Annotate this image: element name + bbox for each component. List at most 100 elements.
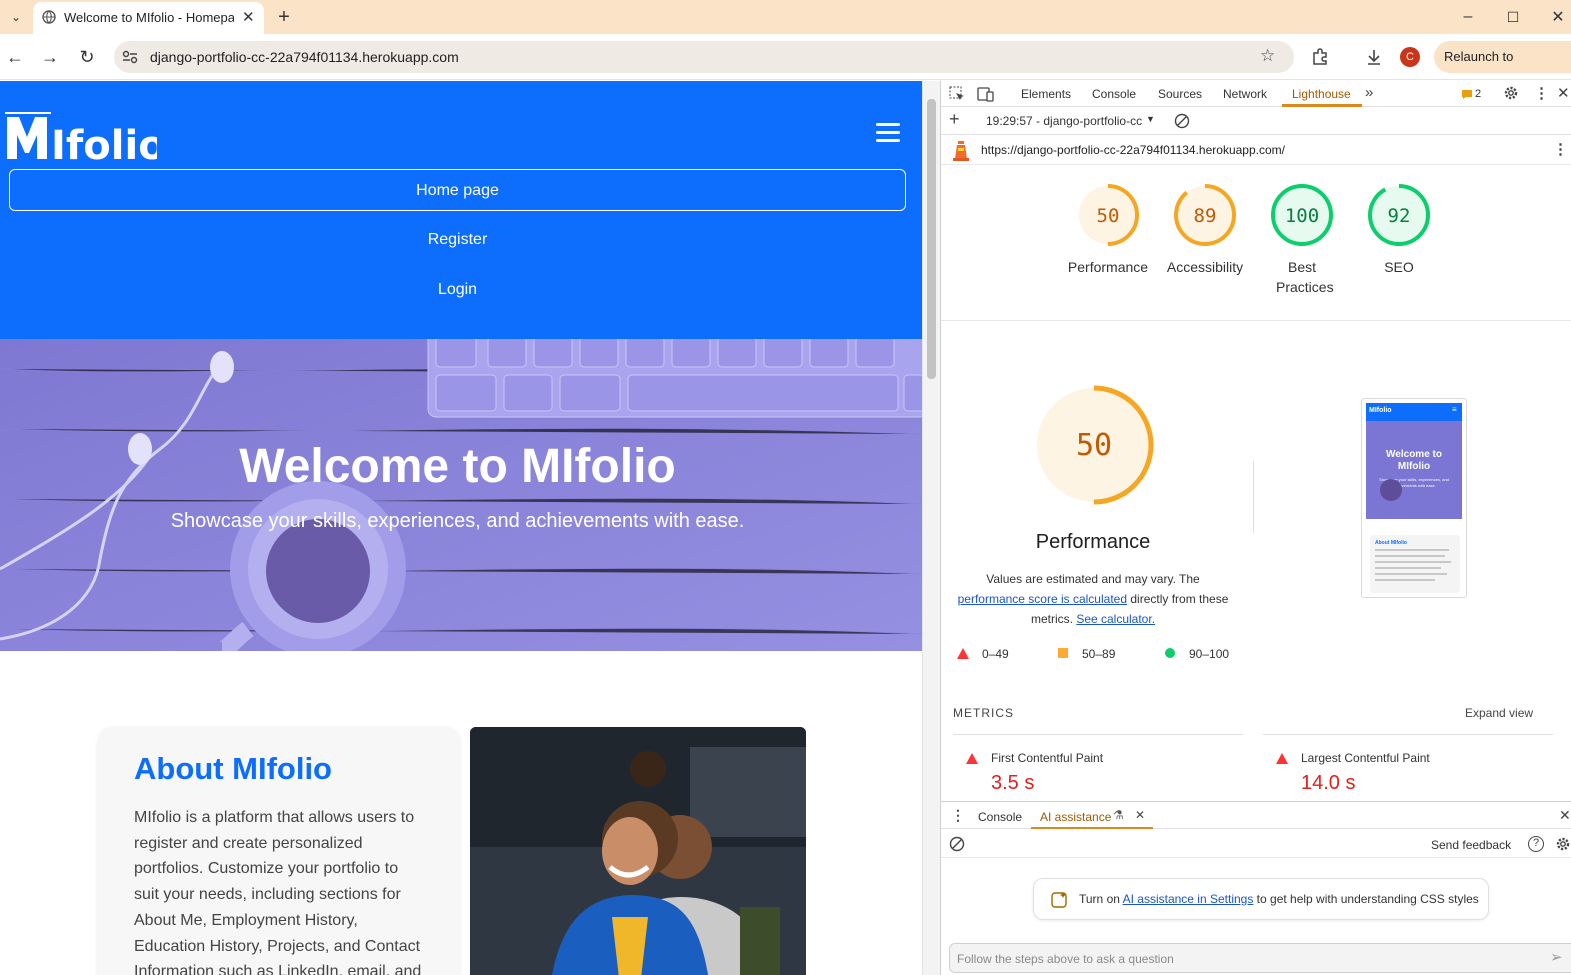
send-icon[interactable]: ➢ [1550, 948, 1563, 966]
performance-description: Values are estimated and may vary. The p… [953, 569, 1233, 629]
devtools-tab-bar: Elements Console Sources Network Lightho… [941, 81, 1571, 107]
final-screenshot-thumbnail[interactable]: MIfolio ≡ Welcome to MIfolio Showcase yo… [1361, 398, 1467, 598]
fail-triangle-icon [957, 648, 969, 659]
pass-circle-icon [1165, 648, 1175, 658]
reload-icon[interactable]: ↻ [73, 43, 101, 71]
devtools-menu-icon[interactable]: ⋮ [1534, 84, 1549, 102]
drawer-tab-console[interactable]: Console [978, 810, 1022, 824]
issues-count: 2 [1475, 88, 1482, 100]
drawer-menu-icon[interactable]: ⋮ [951, 807, 965, 824]
nav-register[interactable]: Register [9, 219, 906, 261]
desc-line: Values are estimated and may vary. The [986, 572, 1200, 586]
bookmark-star-icon[interactable]: ☆ [1260, 46, 1275, 66]
legend-pass: 90–100 [1189, 647, 1230, 661]
fail-triangle-icon [966, 753, 978, 764]
site-settings-icon[interactable] [122, 50, 138, 64]
lighthouse-logo-icon [953, 141, 969, 161]
tab-lighthouse[interactable]: Lighthouse [1292, 87, 1351, 101]
gauge-value: 89 [1194, 205, 1217, 227]
drawer-tab-ai-assistance[interactable]: AI assistance [1040, 810, 1111, 824]
browser-tab[interactable]: Welcome to MIfolio - Homepag ✕ [33, 2, 264, 34]
tab-console[interactable]: Console [1092, 87, 1136, 101]
gauge-value: 100 [1285, 205, 1319, 227]
report-menu-icon[interactable]: ⋮ [1553, 140, 1568, 158]
divider [1253, 461, 1254, 533]
close-drawer-icon[interactable]: ✕ [1559, 807, 1571, 824]
device-toolbar-icon[interactable] [977, 86, 995, 102]
globe-icon [42, 10, 56, 24]
hero-section: Welcome to MIfolio Showcase your skills,… [0, 339, 922, 651]
ai-spark-icon [1051, 892, 1067, 908]
new-report-icon[interactable]: + [949, 109, 960, 130]
about-text: MIfolio is a platform that allows users … [134, 805, 444, 975]
ask-question-input[interactable]: Follow the steps above to ask a question… [949, 943, 1571, 973]
thumb-text-line [1375, 573, 1447, 575]
thumb-text-line [1375, 579, 1435, 581]
metric-fcp-value: 3.5 s [991, 772, 1035, 794]
gauge-label: Accessibility [1166, 259, 1244, 275]
relaunch-button[interactable]: Relaunch to update⋮ [1434, 41, 1571, 96]
see-calculator-link[interactable]: See calculator. [1076, 612, 1155, 626]
desc-line: metrics. [1030, 612, 1073, 626]
close-drawer-tab-icon[interactable]: ✕ [1135, 808, 1145, 822]
mifolio-logo-icon: Ifolio [5, 112, 166, 169]
ai-settings-gear-icon[interactable] [1555, 836, 1571, 852]
gauge-value: 50 [1076, 428, 1112, 463]
minimize-icon[interactable]: – [1454, 3, 1482, 31]
issues-icon[interactable] [1461, 89, 1473, 100]
extensions-icon[interactable] [1311, 48, 1329, 66]
ai-settings-link[interactable]: AI assistance in Settings [1123, 892, 1254, 906]
back-icon[interactable]: ← [1, 43, 29, 71]
close-window-icon[interactable]: ✕ [1544, 3, 1571, 31]
performance-big-gauge: 50 [1033, 384, 1155, 506]
close-devtools-icon[interactable]: ✕ [1557, 84, 1570, 102]
gauge-ring: 92 [1368, 184, 1430, 246]
clear-reports-icon[interactable] [1174, 113, 1190, 129]
nav-login[interactable]: Login [9, 269, 906, 311]
tab-search-chevron-icon[interactable]: ⌄ [2, 3, 30, 31]
tab-title: Welcome to MIfolio - Homepag [64, 10, 234, 25]
thumb-about-title: About MIfolio [1375, 540, 1407, 546]
close-tab-icon[interactable]: ✕ [242, 8, 255, 26]
new-tab-icon[interactable]: + [270, 3, 298, 31]
web-page: Ifolio Home page Register Login Welcome … [0, 81, 922, 975]
tab-elements[interactable]: Elements [1021, 87, 1071, 101]
report-url[interactable]: https://django-portfolio-cc-22a794f01134… [981, 143, 1285, 157]
scrollbar-thumb[interactable] [927, 99, 936, 379]
divider [1263, 734, 1553, 735]
browser-toolbar: ← → ↻ django-portfolio-cc-22a794f01134.h… [0, 34, 1571, 96]
forward-icon[interactable]: → [36, 43, 64, 71]
hero-title: Welcome to MIfolio [239, 440, 676, 493]
page-scrollbar[interactable] [922, 81, 940, 975]
about-title: About MIfolio [134, 751, 332, 786]
nav-home-page[interactable]: Home page [9, 169, 906, 211]
maximize-icon[interactable]: ☐ [1499, 3, 1527, 31]
hero-subtitle: Showcase your skills, experiences, and a… [170, 510, 745, 532]
send-feedback-link[interactable]: Send feedback [1431, 838, 1511, 852]
thumb-text-line [1375, 567, 1441, 569]
experiment-flask-icon: ⚗ [1113, 808, 1124, 822]
inspect-element-icon[interactable] [949, 86, 965, 102]
expand-view-button[interactable]: Expand view [1465, 706, 1533, 720]
clear-chat-icon[interactable] [949, 836, 965, 852]
help-icon[interactable]: ? [1528, 836, 1544, 852]
more-tabs-icon[interactable]: » [1365, 84, 1373, 101]
report-dropdown-icon[interactable]: ▼ [1146, 114, 1155, 124]
thumb-hero: MIfolio ≡ Welcome to MIfolio Showcase yo… [1366, 403, 1462, 519]
tab-sources[interactable]: Sources [1158, 87, 1202, 101]
thumb-hero-title: Welcome to MIfolio [1386, 449, 1442, 472]
address-bar[interactable]: django-portfolio-cc-22a794f01134.herokua… [114, 41, 1294, 73]
settings-gear-icon[interactable] [1503, 85, 1519, 101]
metric-fcp-name: First Contentful Paint [991, 751, 1104, 765]
metrics-heading: METRICS [953, 706, 1014, 720]
hamburger-menu-icon[interactable] [876, 123, 900, 143]
download-icon[interactable] [1365, 48, 1383, 66]
profile-avatar[interactable]: C [1400, 47, 1420, 67]
tab-network[interactable]: Network [1223, 87, 1267, 101]
site-logo[interactable]: Ifolio [5, 111, 166, 169]
score-calculated-link[interactable]: performance score is calculated [958, 592, 1127, 606]
report-selector[interactable]: 19:29:57 - django-portfolio-cc [986, 114, 1142, 128]
thumb-logo: MIfolio [1369, 407, 1392, 414]
about-line: register and create personalized [134, 834, 363, 852]
site-navbar: Ifolio Home page Register Login [0, 81, 922, 339]
